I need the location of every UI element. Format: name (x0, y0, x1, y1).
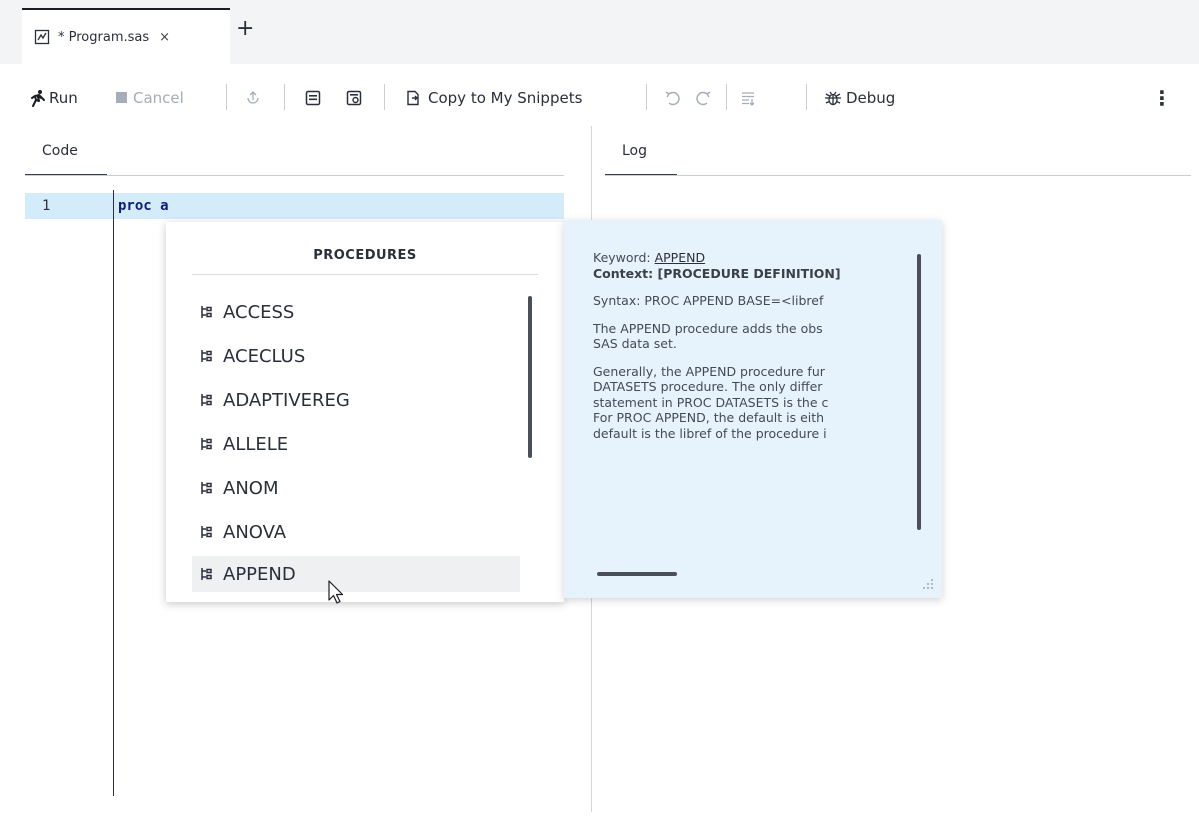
desc-line: DATASETS procedure. The only differ (593, 379, 823, 394)
desc-line: For PROC APPEND, the default is eith (593, 410, 825, 425)
autocomplete-item-label: ALLELE (223, 433, 289, 455)
cancel-button[interactable]: Cancel (116, 86, 184, 110)
tab-close-button[interactable]: × (159, 30, 170, 45)
code-editor-text[interactable]: proc a (118, 198, 169, 214)
help-horizontal-scrollbar[interactable] (597, 572, 677, 576)
more-icon: ⋮ (1152, 86, 1172, 110)
run-icon (31, 90, 45, 107)
procedure-icon (201, 306, 212, 318)
autocomplete-item[interactable]: ANOVA (192, 514, 520, 550)
toolbar-separator (806, 84, 807, 110)
code-pane-rule (25, 175, 564, 176)
procedure-icon (201, 394, 212, 406)
tab-program-sas[interactable]: * Program.sas × (22, 8, 230, 64)
autocomplete-item-label: ANOM (223, 477, 279, 499)
keyword-help-panel: Keyword: APPEND Context: [PROCEDURE DEFI… (564, 220, 942, 598)
cancel-label: Cancel (133, 89, 184, 107)
redo-icon (696, 91, 711, 106)
mouse-pointer-icon (328, 580, 344, 604)
bug-icon (825, 91, 841, 106)
stop-icon (116, 92, 127, 103)
copy-to-snippets-label: Copy to My Snippets (428, 89, 583, 107)
autocomplete-item-label: ACCESS (223, 301, 295, 323)
toolbar-separator (646, 84, 647, 110)
desc-line: The APPEND procedure adds the obs (593, 320, 823, 336)
keyword-context: Context: [PROCEDURE DEFINITION] (593, 265, 841, 281)
toolbar-separator (284, 84, 285, 110)
autocomplete-divider (192, 274, 538, 275)
keyword-help-content: Keyword: APPEND Context: [PROCEDURE DEFI… (593, 250, 917, 453)
submit-button[interactable] (246, 86, 260, 110)
toolbar-separator (226, 84, 227, 110)
procedure-icon (201, 482, 212, 494)
autocomplete-title: PROCEDURES (313, 248, 417, 263)
run-button[interactable]: Run (30, 86, 78, 110)
redo-button[interactable] (694, 86, 712, 110)
debug-label: Debug (846, 89, 896, 107)
clear-button[interactable] (305, 86, 321, 110)
undo-icon (665, 91, 680, 106)
procedure-icon (201, 438, 212, 450)
autocomplete-item-label: APPEND (223, 563, 296, 585)
autocomplete-item[interactable]: ACCESS (192, 294, 520, 330)
autocomplete-item-label: ANOVA (223, 521, 287, 543)
add-tab-button[interactable]: + (236, 18, 254, 40)
tab-log[interactable]: Log (622, 143, 647, 159)
clear-icon (305, 90, 321, 106)
desc-line: statement in PROC DATASETS is the c (593, 394, 829, 410)
keyword-link[interactable]: APPEND (655, 250, 706, 265)
resize-grip-icon[interactable] (922, 578, 934, 590)
format-code-button[interactable] (740, 86, 756, 110)
program-file-icon (34, 29, 50, 45)
autocomplete-item-label: ADAPTIVEREG (223, 389, 350, 411)
autocomplete-item[interactable]: ACECLUS (192, 338, 520, 374)
more-options-button[interactable]: ⋮ (1152, 86, 1172, 110)
undo-button[interactable] (664, 86, 682, 110)
save-log-icon (346, 90, 362, 106)
format-code-icon (742, 92, 755, 106)
copy-to-snippets-button[interactable]: Copy to My Snippets (405, 86, 582, 110)
autocomplete-item[interactable]: ALLELE (192, 426, 520, 462)
keyword-syntax: Syntax: PROC APPEND BASE=<libref (593, 293, 824, 308)
autocomplete-item-selected[interactable]: APPEND (192, 556, 520, 592)
tab-label: * Program.sas (58, 29, 150, 45)
desc-line: Generally, the APPEND procedure fur (593, 363, 825, 379)
autocomplete-item[interactable]: ADAPTIVEREG (192, 382, 520, 418)
procedure-icon (201, 350, 212, 362)
editor-gutter-border (113, 190, 114, 796)
save-log-button[interactable] (346, 86, 362, 110)
submit-icon (247, 91, 259, 104)
run-label: Run (49, 89, 78, 107)
line-number: 1 (42, 198, 51, 214)
procedure-icon (201, 526, 212, 538)
procedure-icon (201, 568, 212, 580)
keyword-label: Keyword: (593, 250, 651, 265)
autocomplete-item[interactable]: ANOM (192, 470, 520, 506)
help-vertical-scrollbar[interactable] (917, 254, 921, 530)
log-pane-rule (605, 175, 1191, 176)
desc-line: default is the libref of the procedure i (593, 425, 827, 441)
toolbar-separator (384, 84, 385, 110)
toolbar-separator (726, 84, 727, 110)
desc-line: SAS data set. (593, 336, 677, 351)
copy-snippet-icon (407, 90, 419, 106)
tab-bar: * Program.sas × + (0, 0, 1199, 64)
autocomplete-popup: PROCEDURES ACCESS ACECLUS ADAPTIVEREG AL… (166, 222, 564, 602)
autocomplete-item-label: ACECLUS (223, 345, 306, 367)
debug-button[interactable]: Debug (824, 86, 895, 110)
current-line-highlight (25, 193, 564, 219)
autocomplete-scrollbar[interactable] (528, 296, 532, 458)
tab-code[interactable]: Code (42, 143, 78, 159)
